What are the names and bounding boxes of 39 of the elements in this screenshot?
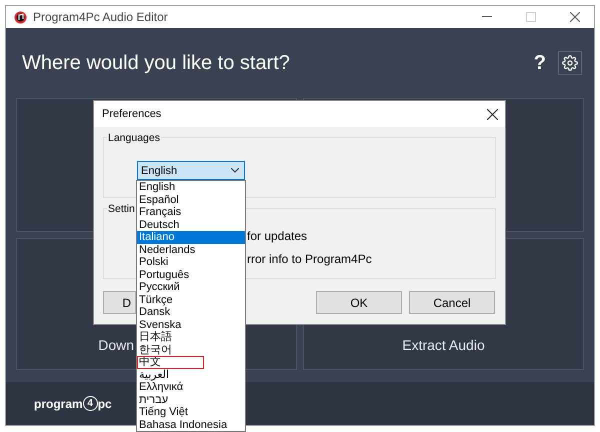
minimize-icon: [482, 16, 492, 18]
language-option[interactable]: Tiếng Việt: [137, 406, 245, 418]
language-option[interactable]: Polski: [137, 256, 245, 268]
language-option[interactable]: Italiano: [137, 231, 245, 244]
settings-icon: [562, 55, 578, 71]
page-heading: Where would you like to start?: [22, 52, 291, 74]
language-option[interactable]: Français: [137, 206, 245, 218]
language-option[interactable]: Русский: [137, 281, 245, 294]
close-icon: [486, 108, 498, 120]
group-label: Languages: [107, 132, 161, 144]
maximize-icon: [526, 12, 536, 22]
language-option[interactable]: 日本語: [137, 331, 245, 344]
language-option[interactable]: العربية: [137, 368, 245, 381]
dialog-title: Preferences: [102, 108, 162, 120]
language-option[interactable]: Svenska: [137, 318, 245, 331]
dialog-button[interactable]: OK: [316, 291, 402, 314]
language-option[interactable]: Español: [137, 194, 245, 206]
language-option[interactable]: Português: [137, 268, 245, 281]
app-logo-icon: [14, 10, 27, 24]
language-option[interactable]: Ελληνικά: [137, 381, 245, 394]
brand-logo: program 4 pc: [34, 396, 112, 411]
dialog-button[interactable]: D: [103, 291, 136, 314]
help-button[interactable]: ?: [534, 52, 546, 74]
language-option[interactable]: Türkçe: [137, 294, 245, 306]
close-icon: [570, 12, 580, 22]
language-option[interactable]: Nederlands: [137, 244, 245, 256]
window-title: Program4Pc Audio Editor: [33, 10, 169, 24]
language-option[interactable]: Deutsch: [137, 218, 245, 231]
language-dropdown[interactable]: English: [137, 161, 245, 180]
language-option[interactable]: Dansk: [137, 306, 245, 318]
settings-button[interactable]: [558, 51, 582, 75]
chevron-down-icon: [231, 168, 239, 173]
language-option[interactable]: Bahasa Indonesia: [137, 418, 245, 431]
language-option[interactable]: 中文: [137, 356, 204, 368]
language-option[interactable]: 한국어: [137, 344, 245, 356]
dialog-button[interactable]: Cancel: [409, 291, 495, 314]
language-option[interactable]: עברית: [137, 394, 245, 406]
language-option[interactable]: English: [137, 181, 245, 194]
group-label: Settin: [107, 203, 136, 215]
